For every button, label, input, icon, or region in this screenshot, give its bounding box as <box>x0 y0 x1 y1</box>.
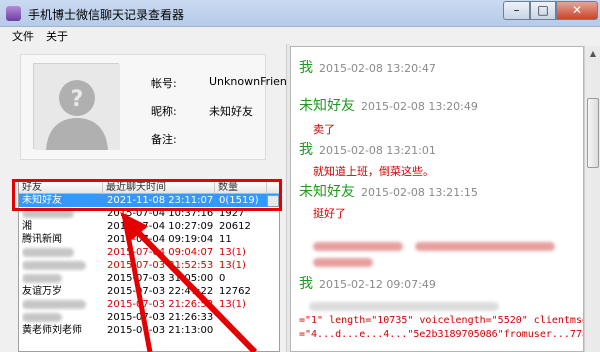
minimize-button[interactable]: – <box>503 1 530 20</box>
default-avatar-icon: ? <box>34 64 120 150</box>
message-sender: 我 <box>299 60 313 76</box>
profile-card: ? 帐号: UnknownFriend 昵称: 未知好友 备注: <box>20 54 294 160</box>
contact-name <box>22 259 102 272</box>
table-row[interactable]: 未知好友 2021-11-08 23:11:07 0(1519) <box>19 194 279 207</box>
nickname-label: 昵称: <box>151 105 177 118</box>
chat-scroll-thumb[interactable] <box>587 98 599 168</box>
contact-last-chat-time: 2015-07-03 22:47:22 <box>107 286 214 297</box>
contact-last-chat-time: 2015-07-03 31:52:53 <box>107 260 214 271</box>
contact-name: 腾讯新闻 <box>22 234 62 245</box>
message-body: 就知道上班，倒菜这些。 <box>313 165 434 178</box>
contact-message-count: 0 <box>219 273 226 284</box>
nickname-value: 未知好友 <box>209 105 253 118</box>
message-body: 卖了 <box>313 123 335 136</box>
contact-message-count: 12762 <box>219 286 251 297</box>
contact-name <box>22 207 102 220</box>
redacted-message <box>313 255 373 268</box>
message-time: 2015-02-08 13:20:47 <box>319 62 436 75</box>
title-bar[interactable]: 手机博士微信聊天记录查看器 – □ ✕ <box>0 0 600 27</box>
svg-text:?: ? <box>71 87 84 112</box>
avatar: ? <box>33 63 120 150</box>
contact-message-count: 13(1) <box>219 260 246 271</box>
table-row[interactable]: 湘 2015-07-04 10:27:09 20612 <box>19 220 279 233</box>
table-row[interactable]: 黄老师刘老师 2015-07-03 21:13:00 <box>19 324 279 337</box>
voice-xml-line: ="1" length="10735" voicelength="5520" c… <box>299 315 584 326</box>
menu-bar: 文件 关于 <box>0 27 600 44</box>
message-time: 2015-02-08 13:21:01 <box>319 144 436 157</box>
table-row[interactable]: 2015-07-04 09:04:07 13(1) <box>19 246 279 259</box>
redacted-message <box>313 239 555 252</box>
contact-name: 友谊万岁 <box>22 286 62 297</box>
message-header: 未知好友 2015-02-08 13:20:49 <box>299 95 478 115</box>
contact-name: 湘 <box>22 221 32 232</box>
column-header-last-chat[interactable]: 最近聊天时间 <box>103 181 215 194</box>
contact-name <box>22 311 102 324</box>
table-row[interactable]: 2015-07-03 31:05:00 0 <box>19 272 279 285</box>
contact-message-count: 0(1519) <box>219 195 259 206</box>
menu-file[interactable]: 文件 <box>12 28 34 44</box>
menu-about[interactable]: 关于 <box>46 28 68 44</box>
contact-last-chat-time: 2015-07-04 09:19:04 <box>107 234 214 245</box>
table-row[interactable]: 腾讯新闻 2015-07-04 09:19:04 11 <box>19 233 279 246</box>
contact-last-chat-time: 2015-07-04 09:04:07 <box>107 247 214 258</box>
contact-last-chat-time: 2015-07-03 31:05:00 <box>107 273 214 284</box>
contact-message-count: 1927 <box>219 208 245 219</box>
chat-panel: 我 2015-02-08 13:20:47 未知好友 2015-02-08 13:2… <box>290 46 584 352</box>
voice-xml-line: ="4...d...e...4..."5e2b3189705086"fromus… <box>299 329 584 340</box>
message-sender: 我 <box>299 276 313 292</box>
table-row[interactable]: 友谊万岁 2015-07-03 22:47:22 12762 <box>19 285 279 298</box>
app-window: 手机博士微信聊天记录查看器 – □ ✕ 文件 关于 ? 帐号: UnknownF… <box>0 0 600 352</box>
contact-name: 黄老师刘老师 <box>22 325 82 336</box>
contact-message-count: 13(1) <box>219 247 246 258</box>
contact-last-chat-time: 2015-07-03 21:26:33 <box>107 312 214 323</box>
contact-last-chat-time: 2021-11-08 23:11:07 <box>107 195 214 206</box>
window-title: 手机博士微信聊天记录查看器 <box>28 8 185 22</box>
note-label: 备注: <box>151 133 177 146</box>
message-sender: 未知好友 <box>299 184 355 200</box>
column-header-count[interactable]: 数量 <box>215 181 267 194</box>
contact-last-chat-time: 2015-07-03 21:13:00 <box>107 325 214 336</box>
contact-name <box>22 298 102 311</box>
table-row[interactable]: 2015-07-03 21:26:52 13(1) <box>19 298 279 311</box>
contact-message-count: 11 <box>219 234 232 245</box>
table-row[interactable]: 2015-07-03 21:26:33 <box>19 311 279 324</box>
message-sender: 我 <box>299 142 313 158</box>
redacted-message <box>309 299 499 312</box>
message-body: 挺好了 <box>313 207 346 220</box>
contact-name <box>22 272 102 285</box>
chat-scrollbar[interactable]: ▲ <box>584 46 600 352</box>
message-time: 2015-02-12 09:07:49 <box>319 278 436 291</box>
message-header: 我 2015-02-08 13:20:47 <box>299 57 436 77</box>
contact-message-count: 13(1) <box>219 299 246 310</box>
scroll-up-arrow-icon[interactable]: ▲ <box>585 46 600 62</box>
account-label: 帐号: <box>151 77 177 90</box>
table-scroll-thumb[interactable] <box>267 195 279 207</box>
contact-message-count: 20612 <box>219 221 251 232</box>
maximize-button[interactable]: □ <box>530 1 556 20</box>
table-row[interactable]: 2015-07-04 10:37:16 1927 <box>19 207 279 220</box>
contact-name: 未知好友 <box>22 195 62 206</box>
contact-last-chat-time: 2015-07-04 10:27:09 <box>107 221 214 232</box>
contact-last-chat-time: 2015-07-04 10:37:16 <box>107 208 214 219</box>
column-header-friend[interactable]: 好友 <box>19 181 103 194</box>
left-panel: ? 帐号: UnknownFriend 昵称: 未知好友 备注: 好友 最近聊天… <box>4 44 294 352</box>
close-button[interactable]: ✕ <box>556 1 598 20</box>
message-header: 我 2015-02-08 13:21:01 <box>299 139 436 159</box>
contact-table: 好友 最近聊天时间 数量 未知好友 2021-11-08 23:11:07 0(15… <box>18 180 280 352</box>
message-header: 未知好友 2015-02-08 13:21:15 <box>299 181 478 201</box>
message-sender: 未知好友 <box>299 98 355 114</box>
account-value: UnknownFriend <box>209 75 294 88</box>
app-icon <box>6 6 21 21</box>
contact-last-chat-time: 2015-07-03 21:26:52 <box>107 299 214 310</box>
message-header: 我 2015-02-12 09:07:49 <box>299 273 436 293</box>
contact-name <box>22 246 102 259</box>
table-row[interactable]: 2015-07-03 31:52:53 13(1) <box>19 259 279 272</box>
message-time: 2015-02-08 13:21:15 <box>361 186 478 199</box>
table-header: 好友 最近聊天时间 数量 <box>19 181 279 194</box>
message-time: 2015-02-08 13:20:49 <box>361 100 478 113</box>
